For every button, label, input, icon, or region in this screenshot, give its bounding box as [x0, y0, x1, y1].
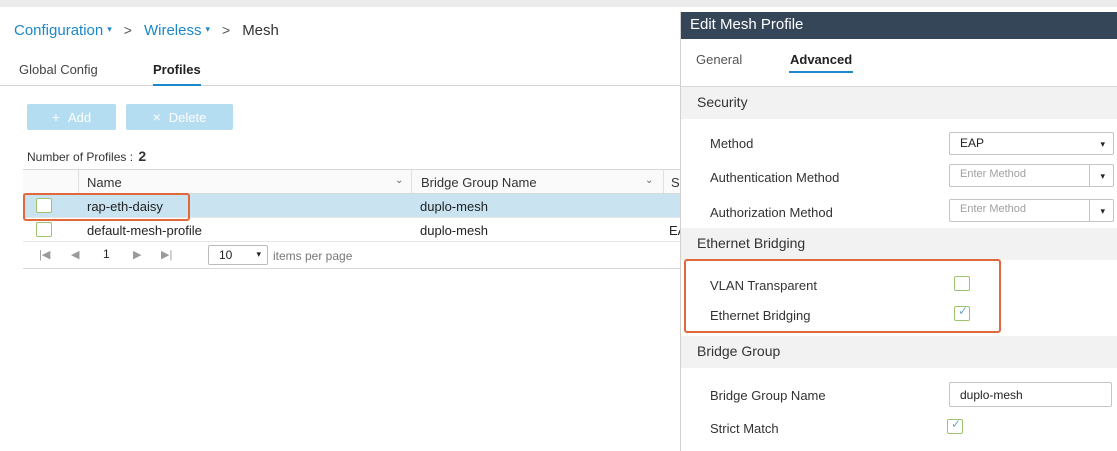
breadcrumb-separator: >: [123, 22, 132, 38]
last-page-icon[interactable]: ▶|: [161, 248, 172, 261]
strict-match-checkbox[interactable]: ✓: [947, 417, 963, 434]
chevron-down-icon: ▾: [1100, 139, 1105, 149]
row-highlight-box: [23, 193, 190, 221]
tab-advanced[interactable]: Advanced: [788, 52, 854, 73]
plus-icon: +: [51, 109, 61, 125]
delete-button[interactable]: × Delete: [126, 104, 233, 130]
first-page-icon[interactable]: |◀: [39, 248, 50, 261]
table-header: Name ⌄ Bridge Group Name ⌄ S: [23, 169, 685, 194]
items-per-page-label: items per page: [273, 249, 353, 263]
chevron-down-icon: ▾: [256, 249, 261, 259]
authorization-method-label: Authorization Method: [710, 205, 833, 220]
authentication-method-label: Authentication Method: [710, 170, 840, 185]
breadcrumb-wireless[interactable]: Wireless: [144, 22, 202, 39]
top-strip: [0, 0, 1117, 7]
authorization-method-select[interactable]: Enter Method ▾: [949, 199, 1114, 222]
authentication-method-select[interactable]: Enter Method ▾: [949, 164, 1114, 187]
bridge-group-name-input[interactable]: duplo-mesh: [949, 382, 1112, 407]
column-header-bridge-group[interactable]: Bridge Group Name: [421, 175, 537, 190]
method-select[interactable]: EAP ▾: [949, 132, 1114, 155]
section-security: Security: [681, 87, 1117, 119]
row-bridge-group: duplo-mesh: [420, 199, 488, 214]
add-button[interactable]: + Add: [27, 104, 116, 130]
chevron-down-icon[interactable]: ▾: [205, 24, 210, 35]
authentication-method-placeholder: Enter Method: [960, 168, 1027, 180]
panel-title: Edit Mesh Profile: [681, 12, 1117, 39]
row-name[interactable]: default-mesh-profile: [87, 223, 202, 238]
column-header-name[interactable]: Name: [87, 175, 122, 190]
authorization-method-placeholder: Enter Method: [960, 203, 1027, 215]
row-checkbox[interactable]: [36, 222, 52, 237]
profiles-count-value: 2: [138, 148, 147, 164]
chevron-down-icon[interactable]: ⌄: [395, 175, 403, 186]
items-per-page-value: 10: [219, 248, 233, 262]
next-page-icon[interactable]: ▶: [133, 248, 141, 261]
tab-general[interactable]: General: [696, 52, 742, 67]
tab-global-config[interactable]: Global Config: [19, 62, 98, 77]
strict-match-label: Strict Match: [710, 421, 779, 436]
chevron-down-icon[interactable]: ▾: [107, 24, 112, 35]
section-ethernet-bridging: Ethernet Bridging: [681, 228, 1117, 260]
current-page: 1: [103, 247, 110, 261]
add-button-label: Add: [68, 109, 92, 125]
column-header-third[interactable]: S: [671, 175, 680, 190]
chevron-down-icon: ▾: [1100, 206, 1105, 216]
method-value: EAP: [960, 136, 985, 150]
pagination: |◀ ◀ 1 ▶ ▶| 10 ▾ items per page: [23, 242, 685, 269]
items-per-page-select[interactable]: 10 ▾: [208, 245, 268, 265]
tab-profiles[interactable]: Profiles: [153, 62, 201, 86]
edit-mesh-profile-panel: Edit Mesh Profile General Advanced Secur…: [680, 12, 1117, 451]
table-row[interactable]: default-mesh-profile duplo-mesh EA: [23, 218, 686, 242]
tab-bar: Global Config Profiles: [0, 58, 680, 86]
row-bridge-group: duplo-mesh: [420, 223, 488, 238]
breadcrumb-separator: >: [222, 22, 231, 38]
breadcrumb: Configuration ▾ > Wireless ▾ > Mesh: [14, 20, 279, 40]
chevron-down-icon[interactable]: ⌄: [645, 175, 653, 186]
method-label: Method: [710, 136, 754, 151]
close-icon: ×: [152, 109, 161, 125]
delete-button-label: Delete: [168, 109, 207, 125]
breadcrumb-configuration[interactable]: Configuration: [14, 22, 103, 39]
chevron-down-icon: ▾: [1100, 171, 1105, 181]
profiles-count-label: Number of Profiles :: [27, 150, 134, 164]
section-bridge-group: Bridge Group: [681, 336, 1117, 368]
ethernet-bridging-highlight-box: [684, 259, 1001, 333]
bridge-group-name-label: Bridge Group Name: [710, 388, 826, 403]
profiles-count: Number of Profiles : 2: [27, 148, 146, 164]
prev-page-icon[interactable]: ◀: [71, 248, 79, 261]
check-icon: ✓: [951, 417, 962, 431]
panel-tab-bar: General Advanced: [681, 39, 1117, 87]
breadcrumb-current: Mesh: [242, 21, 279, 39]
